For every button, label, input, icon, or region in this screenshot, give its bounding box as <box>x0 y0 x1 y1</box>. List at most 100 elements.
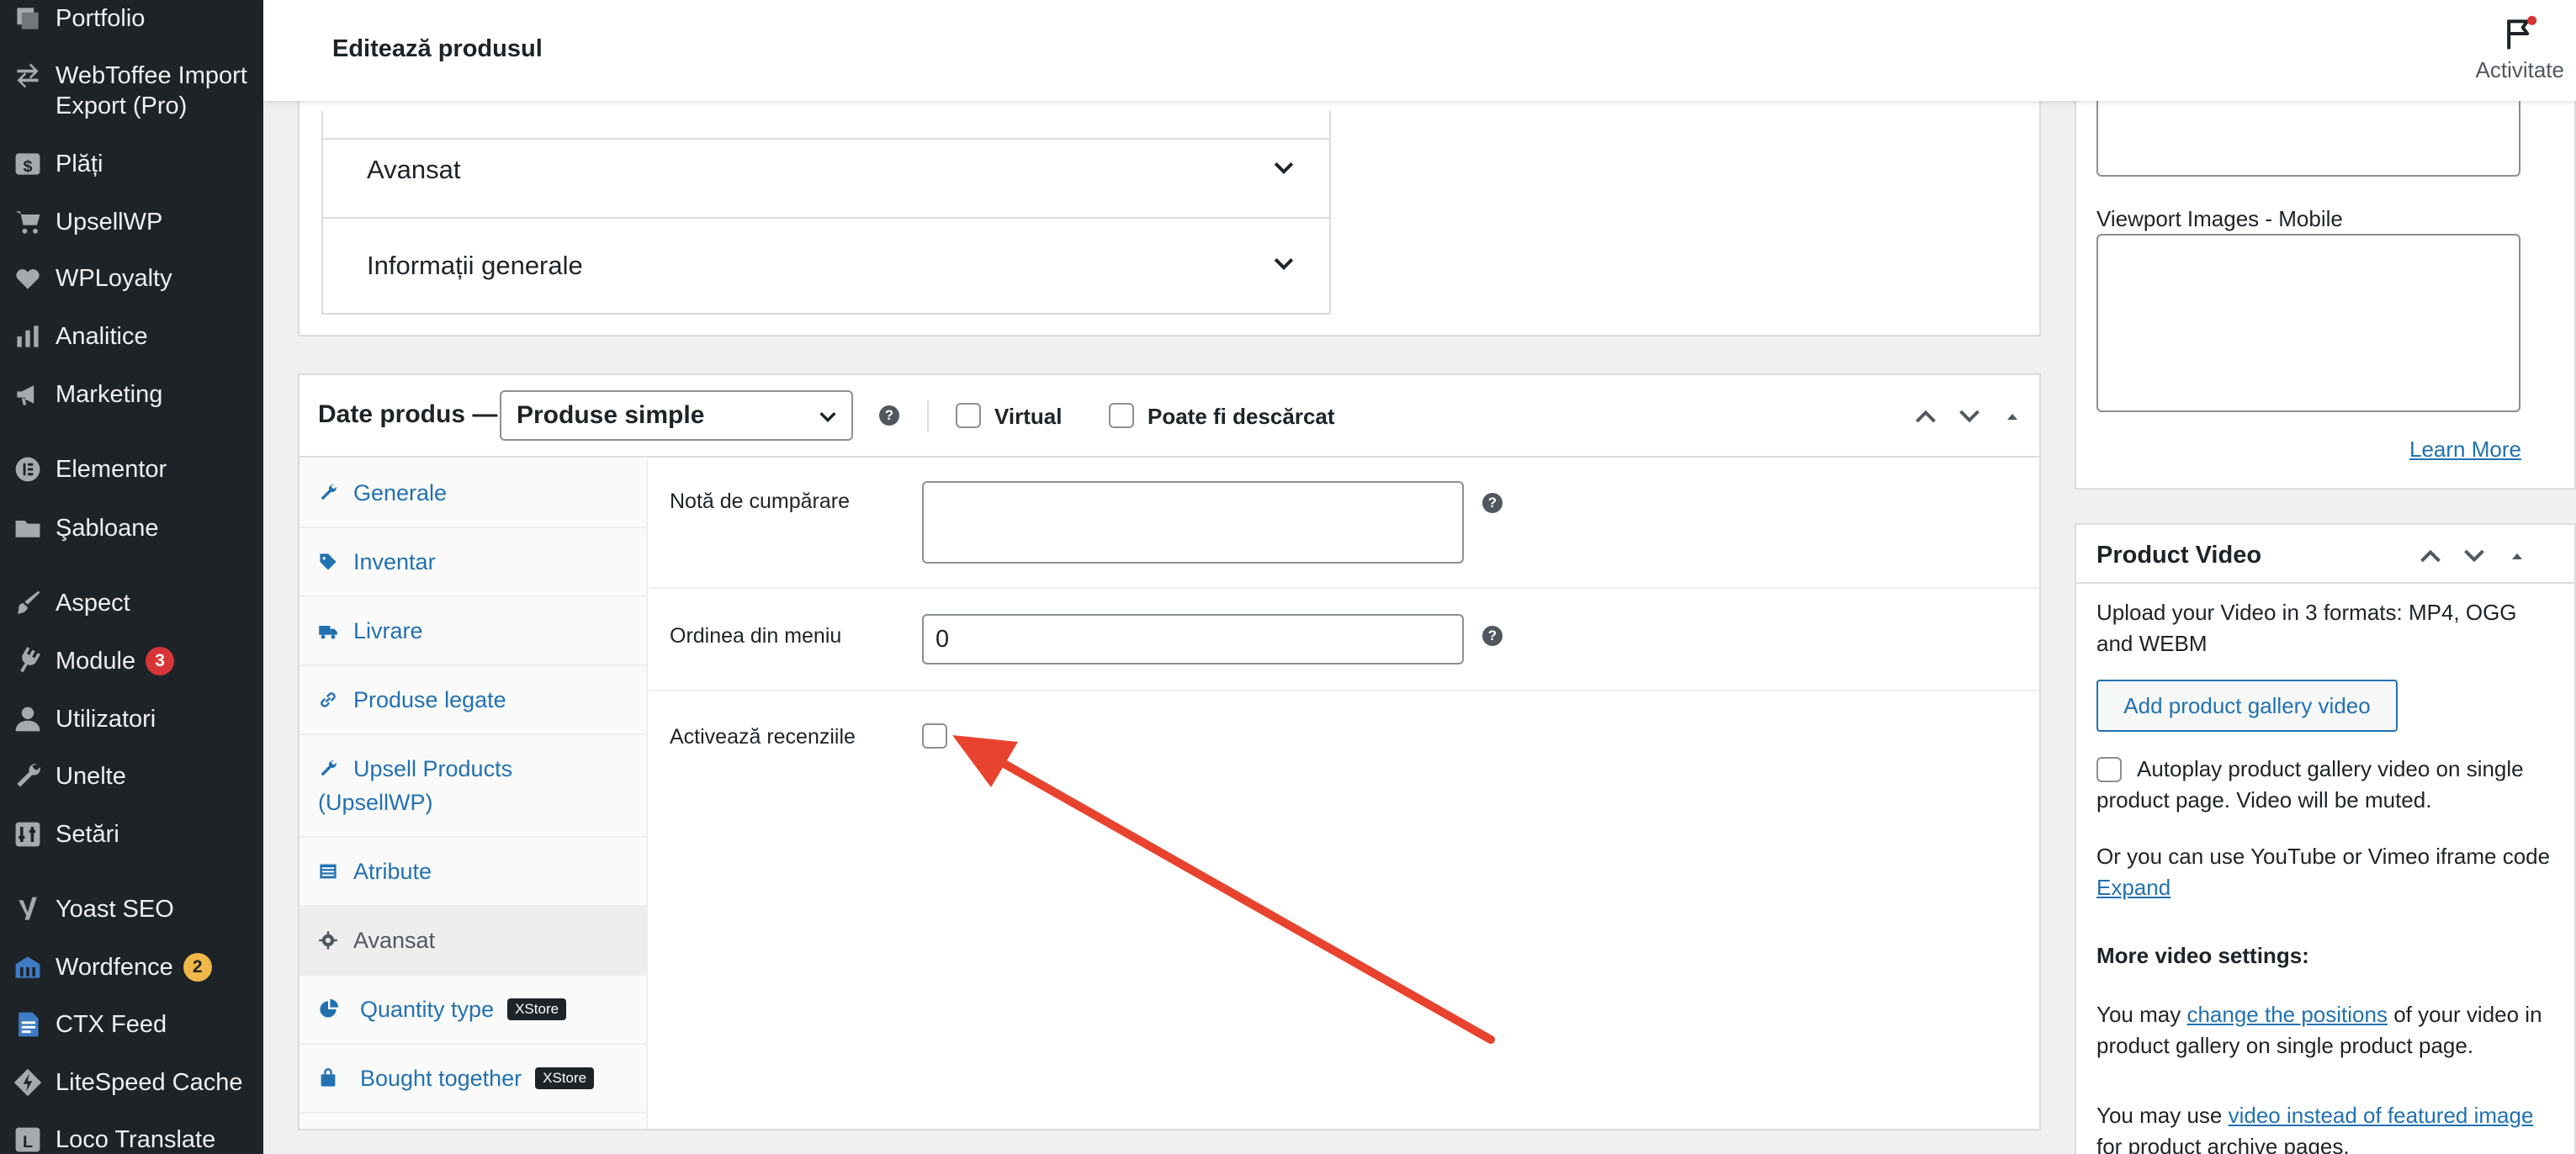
viewport-mobile-textarea[interactable] <box>2096 234 2520 412</box>
sidebar-item-aspect[interactable]: Aspect <box>0 588 263 618</box>
product-data-header: Date produs — Produse simple ? Virtual P… <box>299 375 2039 458</box>
more-video-settings-heading: More video settings: <box>2096 943 2309 968</box>
sidebar-item-label: Şabloane <box>56 515 159 542</box>
svg-text:L: L <box>23 1133 33 1151</box>
tab-generale[interactable]: Generale <box>299 459 646 528</box>
accordion-row-avansat[interactable]: Avansat <box>321 123 1331 219</box>
sidebar-item-wordfence[interactable]: Wordfence 2 <box>0 952 263 982</box>
product-video-box: Product Video Upload your Video in 3 for… <box>2075 523 2576 1154</box>
collapse-toggle-icon[interactable] <box>2509 543 2526 569</box>
tab-inventar[interactable]: Inventar <box>299 528 646 597</box>
enable-reviews-checkbox[interactable] <box>922 723 947 749</box>
positions-prefix: You may <box>2096 1002 2181 1027</box>
loyalty-icon <box>0 263 56 294</box>
sidebar-item-utilizatori[interactable]: Utilizatori <box>0 704 263 734</box>
sidebar-item-litespeed[interactable]: LiteSpeed Cache <box>0 1067 263 1098</box>
sidebar-item-ctx-feed[interactable]: CTX Feed <box>0 1009 263 1040</box>
sidebar-item-setari[interactable]: Setări <box>0 819 263 850</box>
bag-icon <box>318 1061 345 1095</box>
tab-atribute[interactable]: Atribute <box>299 838 646 907</box>
viewport-mobile-label: Viewport Images - Mobile <box>2096 206 2343 231</box>
menu-order-input[interactable]: 0 <box>922 614 1464 664</box>
accordion-row-general-info[interactable]: Informații generale <box>321 219 1331 315</box>
wordfence-icon <box>0 952 56 982</box>
sidebar-item-elementor[interactable]: Elementor <box>0 454 263 484</box>
xstore-badge: XStore <box>507 998 567 1020</box>
sidebar-item-yoast[interactable]: Yoast SEO <box>0 894 263 924</box>
divider <box>649 587 2039 589</box>
payments-icon: $ <box>0 149 56 179</box>
video-instead-featured-link[interactable]: video instead of featured image <box>2229 1103 2534 1128</box>
move-up-icon[interactable] <box>2418 543 2443 569</box>
sidebar-item-webtoffee[interactable]: WebToffee Import Export (Pro) <box>0 61 263 121</box>
sidebar-item-label: Wordfence <box>56 954 173 981</box>
help-icon[interactable]: ? <box>1482 493 1503 513</box>
virtual-checkbox[interactable] <box>956 403 981 428</box>
move-up-icon[interactable] <box>1913 404 1938 429</box>
sidebar-item-upsellwp[interactable]: UpsellWP <box>0 207 263 237</box>
help-icon[interactable]: ? <box>1482 626 1503 646</box>
flag-icon <box>2507 15 2537 50</box>
featured-prefix: You may use <box>2096 1103 2223 1128</box>
tab-label: Bought together <box>360 1066 522 1091</box>
viewport-images-textarea[interactable] <box>2096 93 2520 177</box>
sidebar-item-label: Analitice <box>56 323 148 350</box>
sidebar-item-sabloane[interactable]: Şabloane <box>0 513 263 543</box>
megaphone-icon <box>0 379 56 410</box>
tab-quantity-type[interactable]: Quantity type XStore <box>299 976 646 1045</box>
move-down-icon[interactable] <box>2462 543 2487 569</box>
sidebar-item-label: WebToffee Import Export (Pro) <box>56 62 247 119</box>
featured-text: You may use video instead of featured im… <box>2096 1100 2551 1154</box>
sidebar-item-unelte[interactable]: Unelte <box>0 761 263 791</box>
gear-icon <box>318 924 345 957</box>
list-icon <box>318 855 345 888</box>
plugin-icon <box>0 646 56 676</box>
change-positions-link[interactable]: change the positions <box>2186 1002 2388 1027</box>
activity-label: Activitate <box>2475 57 2565 82</box>
featured-suffix: for product archive pages. <box>2096 1134 2350 1154</box>
sidebar-item-marketing[interactable]: Marketing <box>0 379 263 410</box>
sidebar-item-label: CTX Feed <box>56 1011 167 1038</box>
sidebar-item-payments[interactable]: $ Plăți <box>0 149 263 179</box>
tab-livrare[interactable]: Livrare <box>299 597 646 666</box>
sidebar-item-label: Loco Translate <box>56 1126 216 1153</box>
purchase-note-textarea[interactable] <box>922 481 1464 564</box>
tab-label: Avansat <box>353 928 436 953</box>
sidebar-item-portfolio[interactable]: Portfolio <box>0 3 263 34</box>
page-title: Editează produsul <box>332 35 543 62</box>
product-type-select[interactable]: Produse simple <box>500 390 853 441</box>
tab-label: Inventar <box>353 549 436 574</box>
tab-label: Generale <box>353 480 448 506</box>
settings-icon <box>0 819 56 850</box>
portfolio-icon <box>0 3 56 34</box>
tab-label: Produse legate <box>353 687 506 712</box>
add-product-gallery-video-button[interactable]: Add product gallery video <box>2096 680 2398 732</box>
sidebar-item-loco[interactable]: L Loco Translate <box>0 1125 263 1154</box>
folder-icon <box>0 513 56 543</box>
product-type-value: Produse simple <box>517 401 705 429</box>
downloadable-checkbox[interactable] <box>1109 403 1134 428</box>
chevron-down-icon <box>1274 258 1294 270</box>
tab-avansat[interactable]: Avansat <box>299 907 646 976</box>
divider <box>927 400 929 432</box>
sidebar-item-label: Portfolio <box>56 5 146 32</box>
tab-produse-legate[interactable]: Produse legate <box>299 666 646 735</box>
help-icon[interactable]: ? <box>879 405 899 426</box>
sidebar-item-module[interactable]: Module 3 <box>0 646 263 676</box>
activity-button[interactable]: Activitate <box>2475 15 2565 83</box>
sidebar-item-wployalty[interactable]: WPLoyalty <box>0 263 263 294</box>
virtual-label: Virtual <box>994 404 1063 429</box>
learn-more-link[interactable]: Learn More <box>2409 434 2521 465</box>
move-down-icon[interactable] <box>1957 404 1982 429</box>
collapse-toggle-icon[interactable] <box>2004 404 2021 429</box>
tab-upsell-products[interactable]: Upsell Products (UpsellWP) <box>299 735 646 838</box>
tab-label: Quantity type <box>360 997 495 1022</box>
chevron-down-icon <box>819 412 836 422</box>
expand-link[interactable]: Expand <box>2096 875 2171 900</box>
sidebar-item-analitice[interactable]: Analitice <box>0 321 263 352</box>
litespeed-icon <box>0 1067 56 1098</box>
product-accordion-panel: Avansat Informații generale <box>298 93 2041 336</box>
tab-bought-together[interactable]: Bought together XStore <box>299 1045 646 1114</box>
tag-icon <box>318 545 345 579</box>
downloadable-label: Poate fi descărcat <box>1148 404 1335 429</box>
